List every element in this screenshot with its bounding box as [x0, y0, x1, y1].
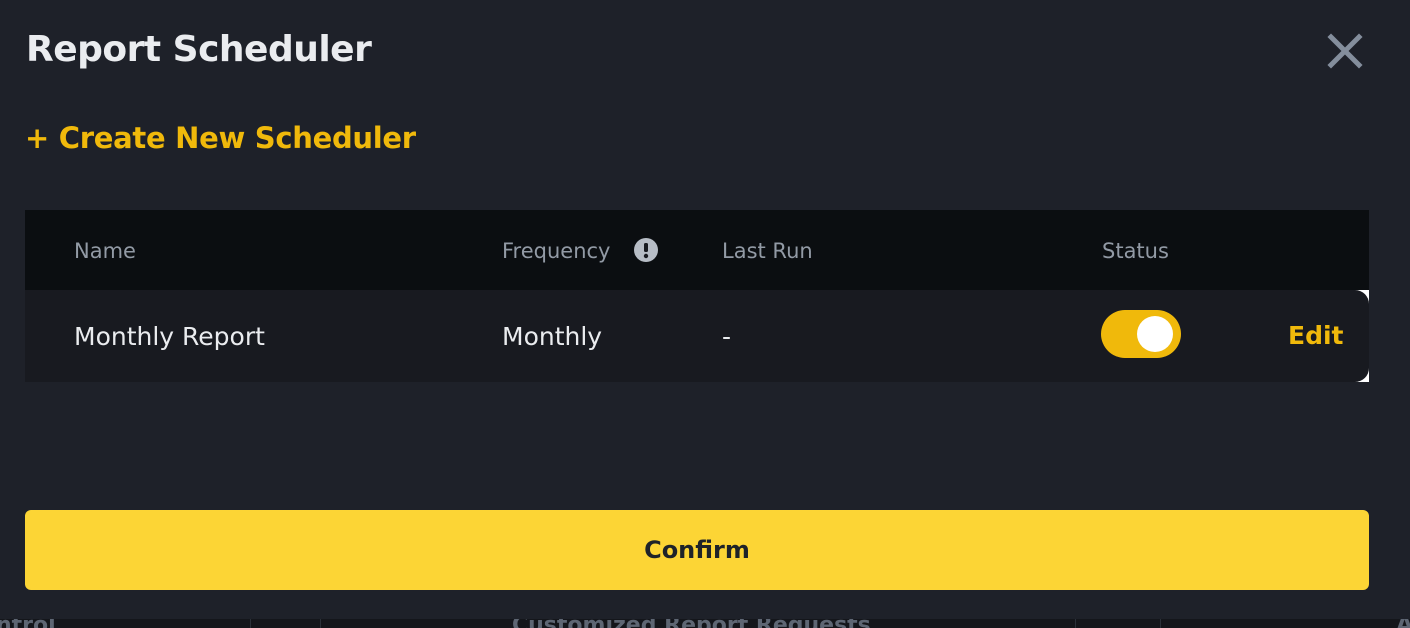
- column-header-status: Status: [1102, 239, 1169, 263]
- scheduler-table: Name Frequency Last Run Status Monthly R…: [25, 210, 1369, 382]
- row-last-run-cell: -: [722, 322, 732, 351]
- report-scheduler-dialog: Report Scheduler + Create New Scheduler …: [0, 0, 1410, 619]
- dialog-title: Report Scheduler: [26, 29, 372, 70]
- close-button[interactable]: [1322, 28, 1368, 74]
- column-header-last-run: Last Run: [722, 239, 813, 263]
- row-frequency-cell: Monthly: [502, 322, 603, 351]
- create-new-scheduler-link[interactable]: + Create New Scheduler: [25, 118, 416, 158]
- row-name-cell: Monthly Report: [74, 322, 265, 351]
- status-toggle[interactable]: [1101, 310, 1181, 358]
- background-page-strip: ntrol Customized Report Requests A: [0, 619, 1410, 628]
- background-tab-text: Customized Report Requests: [512, 619, 871, 628]
- background-tab-text: A: [1396, 619, 1410, 628]
- background-divider: [320, 619, 321, 628]
- column-header-frequency: Frequency: [502, 239, 611, 263]
- background-tab-text: ntrol: [0, 619, 56, 628]
- edit-button[interactable]: Edit: [1288, 320, 1344, 352]
- toggle-knob: [1137, 316, 1173, 352]
- confirm-button[interactable]: Confirm: [25, 510, 1369, 590]
- background-divider: [1075, 619, 1076, 628]
- background-divider: [250, 619, 251, 628]
- column-header-name: Name: [74, 239, 136, 263]
- info-icon[interactable]: [634, 238, 658, 262]
- row-edge-decoration: [1348, 290, 1369, 382]
- background-divider: [1160, 619, 1161, 628]
- close-icon: [1327, 33, 1363, 69]
